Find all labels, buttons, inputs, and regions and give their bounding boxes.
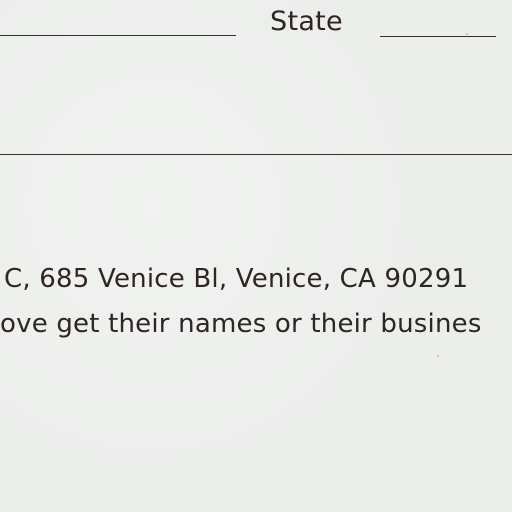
city-field-line: [0, 35, 236, 36]
form-paper: State C, 685 Venice Bl, Venice, CA 90291…: [0, 0, 512, 512]
address-text: C, 685 Venice Bl, Venice, CA 90291: [4, 264, 469, 294]
note-text: ove get their names or their busines: [0, 309, 482, 339]
state-field-line: [380, 36, 496, 37]
paper-speck: [466, 33, 468, 35]
paper-speck: [437, 355, 439, 357]
full-width-field-line: [0, 154, 512, 155]
state-label: State: [270, 6, 343, 37]
